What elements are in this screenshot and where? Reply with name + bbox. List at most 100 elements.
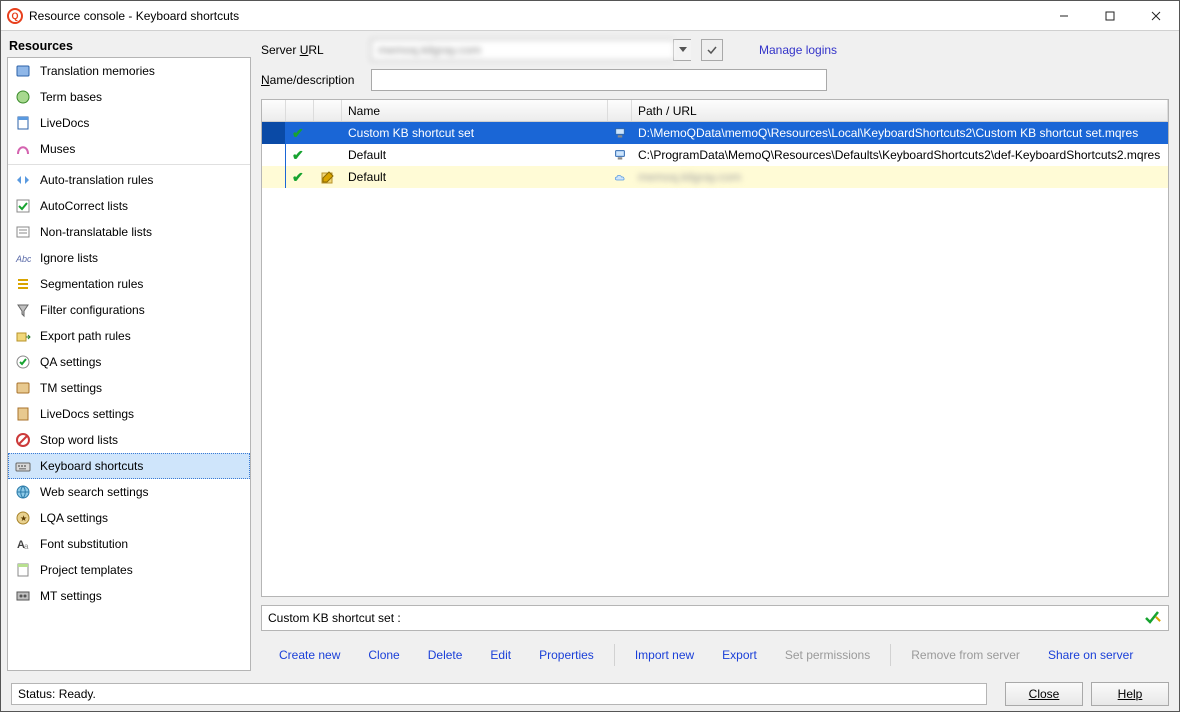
sidebar-list[interactable]: Translation memories Term bases LiveDocs Mu… <box>7 57 251 671</box>
sidebar-item-lq[interactable]: ★ LQA settings <box>8 505 250 531</box>
server-url-confirm-button[interactable] <box>701 39 723 61</box>
table-row[interactable]: ✔ Default memoq.kilgray.com <box>262 166 1168 188</box>
close-window-button[interactable] <box>1133 1 1179 31</box>
row-path: C:\ProgramData\MemoQ\Resources\Defaults\… <box>632 144 1168 166</box>
pt-icon <box>14 562 32 578</box>
ws-icon <box>14 484 32 500</box>
row-name: Default <box>342 144 608 166</box>
delete-action[interactable]: Delete <box>414 642 477 668</box>
sw-icon <box>14 432 32 448</box>
separator <box>890 644 891 666</box>
close-button[interactable]: Close <box>1005 682 1083 706</box>
sidebar-item-tm[interactable]: Translation memories <box>8 58 250 84</box>
svg-text:Abc: Abc <box>15 254 31 264</box>
column-name[interactable]: Name <box>342 100 608 121</box>
sidebar-item-tb[interactable]: Term bases <box>8 84 250 110</box>
sidebar-item-fc[interactable]: Filter configurations <box>8 297 250 323</box>
server-url-dropdown[interactable] <box>673 39 691 61</box>
fc-icon <box>14 302 32 318</box>
sidebar-item-qa[interactable]: QA settings <box>8 349 250 375</box>
sidebar-item-label: Translation memories <box>40 64 155 78</box>
server-url-row: Server URL Manage logins <box>261 39 1169 61</box>
sidebar-item-mu[interactable]: Muses <box>8 136 250 162</box>
sidebar-item-label: LQA settings <box>40 511 108 525</box>
sidebar-item-fs[interactable]: AaFont substitution <box>8 531 250 557</box>
set-permissions-action: Set permissions <box>771 642 884 668</box>
row-path: memoq.kilgray.com <box>632 166 1168 188</box>
checkmark-icon: ✔ <box>286 166 314 188</box>
properties-action[interactable]: Properties <box>525 642 608 668</box>
sidebar-item-label: AutoCorrect lists <box>40 199 128 213</box>
sidebar-item-ts[interactable]: TM settings <box>8 375 250 401</box>
edit-icon <box>314 144 342 166</box>
clone-action[interactable]: Clone <box>354 642 413 668</box>
sidebar: Resources Translation memoriesTerm bases… <box>1 31 257 677</box>
manage-logins-link[interactable]: Manage logins <box>759 43 837 57</box>
computer-icon <box>608 122 632 144</box>
sidebar-item-pt[interactable]: Project templates <box>8 557 250 583</box>
tb-icon <box>14 89 32 105</box>
sidebar-item-label: Muses <box>40 142 75 156</box>
checkmark-icon: ✔ <box>286 122 314 144</box>
sidebar-item-nt[interactable]: Non-translatable lists <box>8 219 250 245</box>
cloud-icon <box>608 166 632 188</box>
sidebar-item-label: LiveDocs <box>40 116 89 130</box>
sidebar-item-mt[interactable]: MT settings <box>8 583 250 609</box>
sidebar-item-label: Keyboard shortcuts <box>40 459 143 473</box>
actions-bar: Create new Clone Delete Edit Properties … <box>261 639 1169 671</box>
status-text: Status: Ready. <box>18 687 96 701</box>
minimize-button[interactable] <box>1041 1 1087 31</box>
at-icon <box>14 172 32 188</box>
grid-header: Name Path / URL <box>262 100 1168 122</box>
create-new-action[interactable]: Create new <box>265 642 354 668</box>
sidebar-item-sg[interactable]: Segmentation rules <box>8 271 250 297</box>
mu-icon <box>14 141 32 157</box>
computer-icon <box>608 144 632 166</box>
table-row[interactable]: ✔DefaultC:\ProgramData\MemoQ\Resources\D… <box>262 144 1168 166</box>
import-new-action[interactable]: Import new <box>621 642 708 668</box>
description-box: Custom KB shortcut set : <box>261 605 1169 631</box>
sidebar-item-at[interactable]: Auto-translation rules <box>8 167 250 193</box>
ls-icon <box>14 406 32 422</box>
sidebar-item-label: Web search settings <box>40 485 149 499</box>
maximize-button[interactable] <box>1087 1 1133 31</box>
mt-icon <box>14 588 32 604</box>
sidebar-item-ws[interactable]: Web search settings <box>8 479 250 505</box>
name-desc-input[interactable] <box>371 69 827 91</box>
grid-body: ✔Custom KB shortcut setD:\MemoQData\memo… <box>262 122 1168 188</box>
edit-action[interactable]: Edit <box>476 642 525 668</box>
sg-icon <box>14 276 32 292</box>
status-bar: Status: Ready. <box>11 683 987 705</box>
edit-icon <box>314 166 342 188</box>
row-name: Default <box>342 166 608 188</box>
help-button[interactable]: Help <box>1091 682 1169 706</box>
sidebar-item-ac[interactable]: AutoCorrect lists <box>8 193 250 219</box>
sidebar-item-label: Auto-translation rules <box>40 173 153 187</box>
ig-icon: Abc <box>14 250 32 266</box>
sidebar-item-ls[interactable]: LiveDocs settings <box>8 401 250 427</box>
share-on-server-action[interactable]: Share on server <box>1034 642 1147 668</box>
table-row[interactable]: ✔Custom KB shortcut setD:\MemoQData\memo… <box>262 122 1168 144</box>
sidebar-item-ld[interactable]: LiveDocs <box>8 110 250 136</box>
tm-icon <box>14 63 32 79</box>
sidebar-item-sw[interactable]: Stop word lists <box>8 427 250 453</box>
app-icon: Q <box>7 8 23 24</box>
body: Resources Translation memoriesTerm bases… <box>1 31 1179 711</box>
name-desc-row: Name/description <box>261 69 1169 91</box>
remove-from-server-action: Remove from server <box>897 642 1034 668</box>
sidebar-item-ig[interactable]: AbcIgnore lists <box>8 245 250 271</box>
window-title: Resource console - Keyboard shortcuts <box>29 9 239 23</box>
footer: Status: Ready. Close Help <box>1 677 1179 711</box>
export-action[interactable]: Export <box>708 642 771 668</box>
server-url-combo[interactable] <box>371 39 691 61</box>
sidebar-item-ep[interactable]: Export path rules <box>8 323 250 349</box>
lq-icon: ★ <box>14 510 32 526</box>
server-url-input[interactable] <box>371 39 673 61</box>
sidebar-item-label: MT settings <box>40 589 102 603</box>
sidebar-item-label: Font substitution <box>40 537 128 551</box>
sidebar-item-kb[interactable]: Keyboard shortcuts <box>8 453 250 479</box>
sidebar-item-label: Term bases <box>40 90 102 104</box>
name-desc-label: Name/description <box>261 73 361 87</box>
resource-grid[interactable]: Name Path / URL ✔Custom KB shortcut setD… <box>261 99 1169 597</box>
column-path[interactable]: Path / URL <box>632 100 1168 121</box>
